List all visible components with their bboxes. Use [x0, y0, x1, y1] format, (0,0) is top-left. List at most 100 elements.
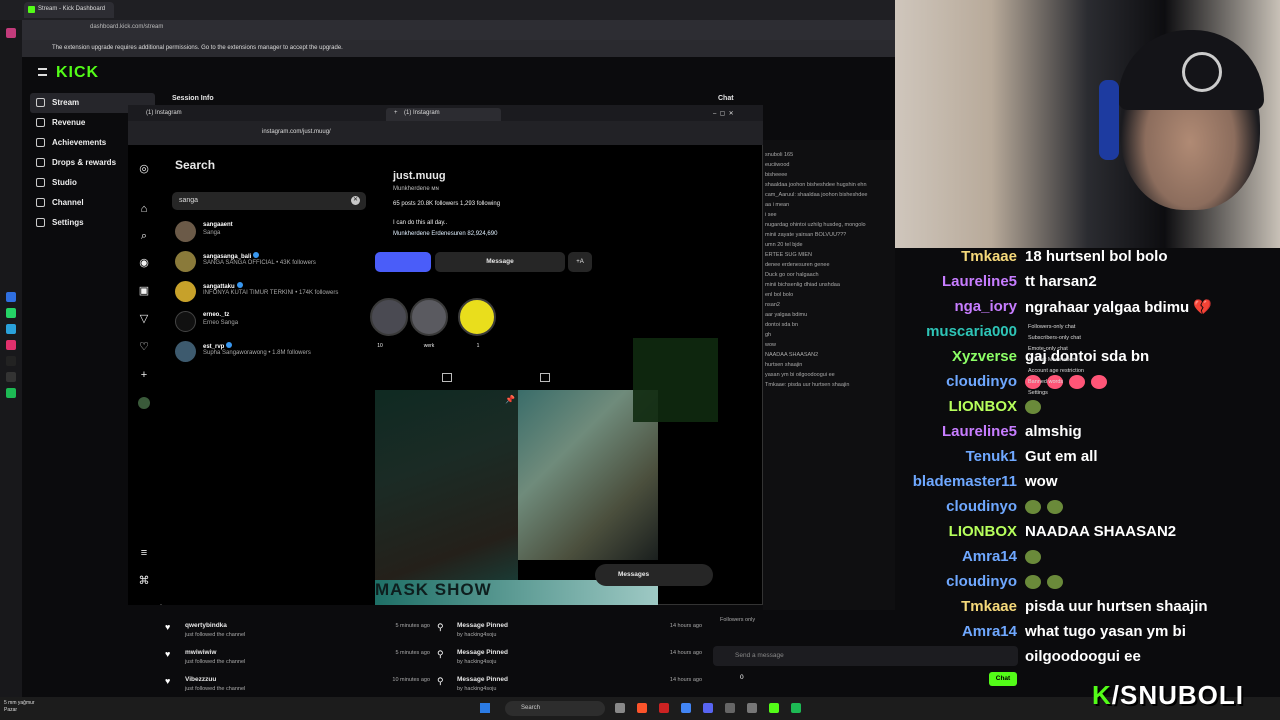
- profile-avatar[interactable]: [138, 397, 150, 409]
- steam-icon[interactable]: [725, 703, 735, 713]
- tagged-tab-icon[interactable]: [540, 373, 550, 382]
- menu-item[interactable]: Settings: [1028, 388, 1084, 399]
- heart-icon: ♥: [165, 622, 171, 632]
- kick-favicon-icon: [28, 6, 35, 13]
- profile-stats[interactable]: 65 posts 20.8K followers 1,293 following: [393, 201, 500, 207]
- task-view-icon[interactable]: [615, 703, 625, 713]
- brave-icon[interactable]: [637, 703, 647, 713]
- window-controls[interactable]: – ▢ ✕: [713, 108, 742, 121]
- menu-item[interactable]: Account age restriction: [1028, 366, 1084, 377]
- clear-search-icon[interactable]: ✕: [351, 196, 360, 205]
- overlay-chat-row: cloudinyo: [895, 573, 1280, 597]
- post-thumbnail[interactable]: [375, 390, 518, 580]
- event-name: Message Pinned: [457, 676, 508, 683]
- chat-message-text: almshig: [1025, 423, 1082, 440]
- event-desc: just followed the channel: [185, 686, 246, 692]
- chat-input[interactable]: Send a message: [713, 646, 1018, 666]
- suggest-button[interactable]: +A: [568, 252, 592, 272]
- verified-icon: [236, 282, 243, 288]
- menu-item[interactable]: Subscribers-only chat: [1028, 333, 1084, 344]
- menu-item[interactable]: AI Chat Moderation: [1028, 355, 1084, 366]
- tiktok-icon[interactable]: [6, 356, 16, 366]
- taskbar-search[interactable]: Search: [505, 701, 605, 716]
- telegram-icon[interactable]: [6, 324, 16, 334]
- threads-icon[interactable]: ⌘: [138, 575, 150, 587]
- address-bar[interactable]: [0, 20, 895, 40]
- x-icon[interactable]: [6, 372, 16, 382]
- highlight-avatar[interactable]: [410, 298, 448, 336]
- chat-username: cloudinyo: [946, 373, 1017, 390]
- stream-icon: [36, 98, 45, 107]
- sidebar-item-label: Settings: [52, 218, 84, 227]
- create-icon[interactable]: +: [138, 369, 150, 381]
- notifications-icon[interactable]: ♡: [138, 341, 150, 353]
- instagram-tab-1[interactable]: (1) Instagram: [128, 108, 190, 121]
- start-icon[interactable]: [480, 703, 490, 713]
- direct-icon[interactable]: ▽: [138, 313, 150, 325]
- search-icon[interactable]: ⌕: [138, 230, 150, 242]
- discord-icon[interactable]: [703, 703, 713, 713]
- menu-item[interactable]: Followers-only chat: [1028, 322, 1084, 333]
- instagram-icon[interactable]: [6, 340, 16, 350]
- extension-banner: The extension upgrade requires additiona…: [0, 40, 895, 57]
- follow-button[interactable]: [375, 252, 431, 272]
- explore-icon[interactable]: ◉: [138, 257, 150, 269]
- url-text[interactable]: dashboard.kick.com/stream: [90, 24, 163, 30]
- spotify-icon[interactable]: [791, 703, 801, 713]
- chat-send-button[interactable]: Chat: [989, 672, 1017, 686]
- opera-icon[interactable]: [659, 703, 669, 713]
- chat-username: cloudinyo: [946, 498, 1017, 515]
- settings-app-icon[interactable]: [747, 703, 757, 713]
- event-name: Message Pinned: [457, 649, 508, 656]
- highlight-avatar[interactable]: [370, 298, 408, 336]
- chat-message: [1025, 548, 1047, 565]
- overlay-chat-row: Tmkaae 18 hurtsenl bol bolo: [895, 248, 1280, 272]
- search-input[interactable]: sanga: [172, 192, 366, 210]
- instagram-address-bar[interactable]: [128, 121, 763, 145]
- kick-header: [22, 57, 895, 90]
- messages-pill[interactable]: Messages: [595, 564, 713, 586]
- more-menu-icon[interactable]: ≡: [138, 547, 150, 559]
- menu-icon[interactable]: [38, 68, 47, 76]
- spotify-icon[interactable]: [6, 388, 16, 398]
- whatsapp-icon[interactable]: [6, 308, 16, 318]
- follow-event: ♥ qwertybindka just followed the channel 5 …: [165, 619, 435, 645]
- event-time: 14 hours ago: [669, 623, 702, 629]
- search-result[interactable]: sangasanga_bali SANGA SANGA OFFICIAL • 43…: [175, 251, 370, 279]
- result-subtitle: INFONYA KUTAI TIMUR TERKINI • 174K follo…: [203, 290, 339, 296]
- chat-message: [1025, 573, 1069, 590]
- profile-link[interactable]: Munkherdene Erdenesuren 82,924,690: [393, 231, 497, 237]
- chat-message: shaaldaa joohon bisheshdee hugshin ehn: [765, 182, 867, 188]
- chat-message-text: Gut em all: [1025, 448, 1098, 465]
- new-tab-button[interactable]: +: [376, 108, 406, 121]
- overlay-chat-row: Tmkaae pisda uur hurtsen shaajin: [895, 598, 1280, 622]
- search-result[interactable]: erneo._tz Erneo Sanga: [175, 311, 370, 339]
- search-result[interactable]: sangaaent Sanga: [175, 221, 370, 249]
- home-icon[interactable]: ⌂: [138, 203, 150, 215]
- chat-message: nsan2: [765, 302, 780, 308]
- menu-item[interactable]: Emote-only chat: [1028, 344, 1084, 355]
- reels-icon[interactable]: ▣: [138, 285, 150, 297]
- chrome-icon[interactable]: [681, 703, 691, 713]
- messenger-icon[interactable]: [6, 292, 16, 302]
- chat-username: muscaria000: [926, 323, 1017, 340]
- instagram-url[interactable]: instagram.com/just.muug/: [262, 129, 331, 135]
- search-result[interactable]: sangattaku INFONYA KUTAI TIMUR TERKINI • …: [175, 281, 370, 309]
- result-username: erneo._tz: [203, 312, 230, 318]
- kick-app-icon[interactable]: [769, 703, 779, 713]
- browser-tab-kick[interactable]: Stream - Kick Dashboard: [24, 2, 114, 18]
- chat-message: NAADAA SHAASAN2: [765, 352, 819, 358]
- message-button[interactable]: Message: [435, 252, 565, 272]
- menu-item[interactable]: Banned words: [1028, 377, 1084, 388]
- pin-event: ⚲ Message Pinned by hacking4soju 14 hours a…: [437, 646, 707, 672]
- highlight-avatar[interactable]: [458, 298, 496, 336]
- home-icon[interactable]: [6, 28, 16, 38]
- avatar: [175, 281, 196, 302]
- kick-logo[interactable]: KICK: [56, 64, 99, 82]
- weather-widget[interactable]: 5 mm yağmur Pazar: [4, 700, 35, 714]
- search-result[interactable]: est_rvp Supha Sangaworawong • 1.8M follow…: [175, 341, 370, 369]
- weather-day: Pazar: [4, 707, 18, 713]
- activity-feed: ♥ qwertybindka just followed the channel 5 …: [160, 615, 702, 695]
- instagram-logo-icon[interactable]: ◎: [138, 163, 150, 175]
- posts-grid-tab-icon[interactable]: [442, 373, 452, 382]
